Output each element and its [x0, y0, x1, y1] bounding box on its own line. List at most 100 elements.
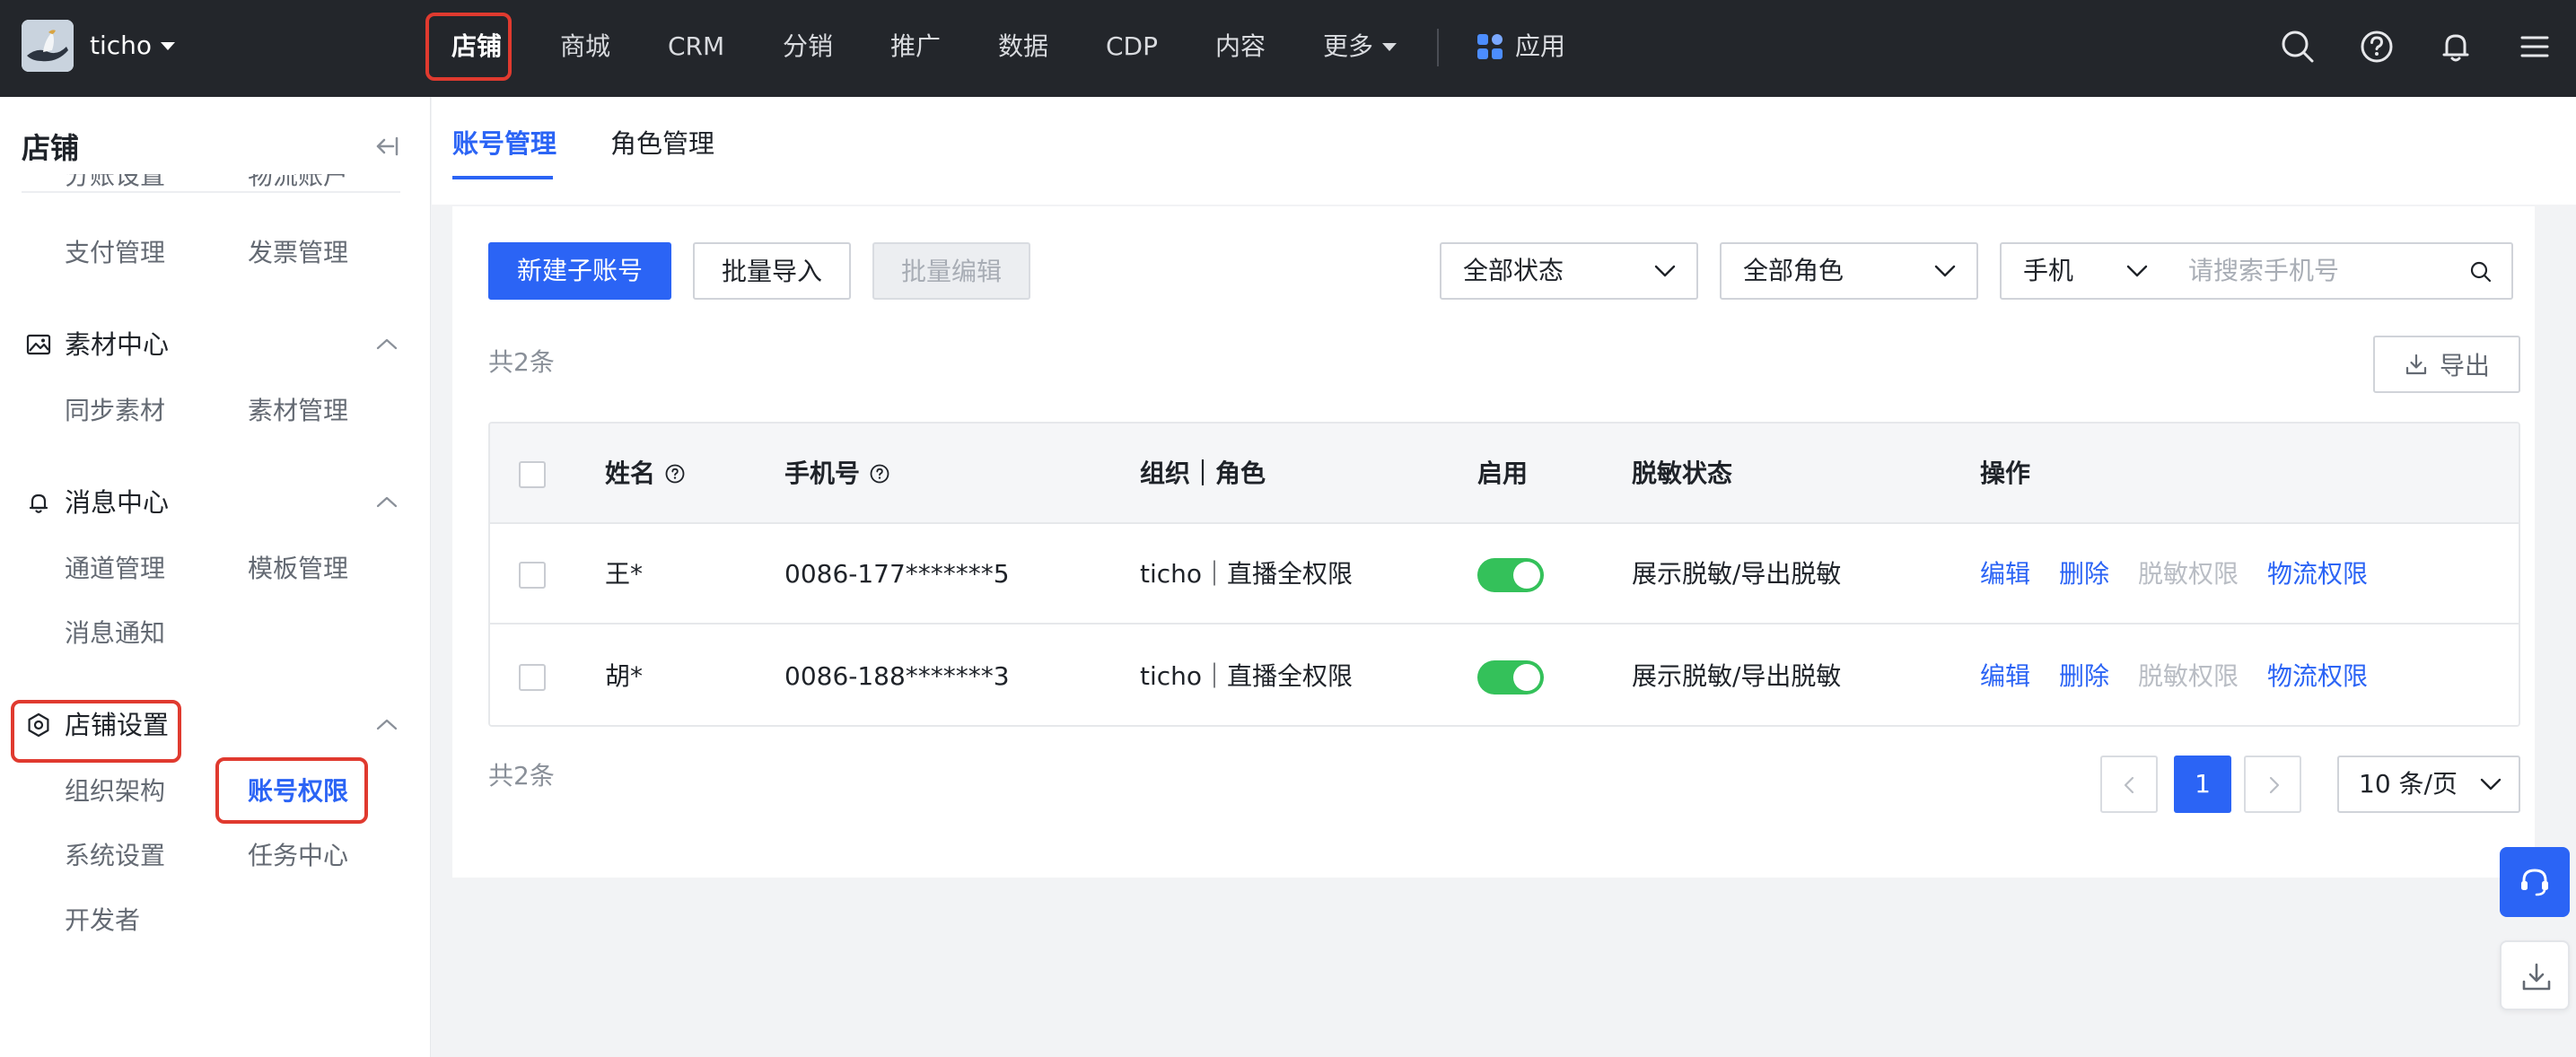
sidebar-item-material-management[interactable]: 素材管理 [248, 393, 348, 429]
sidebar-item-developer[interactable]: 开发者 [65, 903, 140, 939]
chevron-up-icon[interactable] [373, 494, 400, 511]
chevron-right-icon [2269, 776, 2280, 794]
cell-org-role: ticho｜直播全权限 [1140, 661, 1354, 691]
sidebar-group-label: 素材中心 [65, 329, 170, 360]
sidebar-separator [22, 191, 400, 193]
sidebar-item-task-center[interactable]: 任务中心 [248, 838, 348, 874]
nav-distribution[interactable]: 分销 [783, 23, 833, 70]
edit-link[interactable]: 编辑 [1980, 524, 2030, 625]
search-icon[interactable] [2278, 27, 2318, 66]
nav-store[interactable]: 店铺 [451, 23, 502, 70]
chevron-down-icon [2480, 778, 2502, 791]
question-circle-icon[interactable] [664, 463, 686, 485]
search-type-select[interactable]: 手机 [2000, 242, 2170, 300]
download-center-button[interactable] [2500, 940, 2570, 1010]
table-header: 姓名 手机号 组织｜角色 启用 脱敏状态 操作 [490, 424, 2519, 524]
nav-data[interactable]: 数据 [998, 23, 1048, 70]
page-size-select[interactable]: 10 条/页 [2337, 756, 2520, 813]
sidebar-item-logistics-account[interactable]: 物流账户 [248, 174, 348, 192]
top-nav-bar: ticho 店铺 商城 CRM 分销 推广 数据 CDP 内容 更多 应用 [0, 0, 2576, 97]
export-button[interactable]: 导出 [2373, 336, 2520, 393]
store-name: ticho [90, 31, 153, 60]
help-icon[interactable] [2357, 27, 2396, 66]
brand-logo-icon[interactable] [22, 20, 74, 72]
enabled-toggle[interactable] [1477, 660, 1544, 694]
status-filter-value: 全部状态 [1463, 256, 1564, 285]
next-page-button[interactable] [2244, 756, 2301, 813]
row-checkbox[interactable] [519, 664, 546, 691]
chevron-down-icon [2126, 265, 2148, 277]
nav-apps[interactable]: 应用 [1515, 23, 1565, 70]
prev-page-button[interactable] [2100, 756, 2158, 813]
enabled-toggle[interactable] [1477, 558, 1544, 592]
role-filter-select[interactable]: 全部角色 [1720, 242, 1978, 300]
sidebar-item-sync-materials[interactable]: 同步素材 [65, 393, 165, 429]
sidebar-group-materials[interactable]: 素材中心 [25, 325, 169, 364]
nav-mall[interactable]: 商城 [560, 23, 610, 70]
nav-cdp[interactable]: CDP [1106, 23, 1158, 70]
edit-link[interactable]: 编辑 [1980, 626, 2030, 725]
sidebar-group-label: 店铺设置 [65, 710, 170, 740]
sidebar-item-payment[interactable]: 支付管理 [65, 235, 165, 271]
search-type-value: 手机 [2023, 256, 2074, 285]
nav-crm[interactable]: CRM [668, 23, 724, 70]
sidebar: 店铺 分账设置 物流账户 支付管理 发票管理 素材中心 同步素材 素材管理 消息… [0, 97, 431, 1057]
tab-role-management[interactable]: 角色管理 [610, 124, 714, 163]
store-switcher[interactable]: ticho [90, 27, 176, 65]
sidebar-title: 店铺 [22, 131, 80, 165]
accounts-table: 姓名 手机号 组织｜角色 启用 脱敏状态 操作 王* 0086-177*****… [488, 422, 2520, 727]
row-checkbox[interactable] [519, 562, 546, 589]
tab-bar: 账号管理 角色管理 [432, 97, 2576, 205]
page-number-current[interactable]: 1 [2174, 756, 2231, 813]
sidebar-item-invoice[interactable]: 发票管理 [248, 235, 348, 271]
sidebar-item-message-notification[interactable]: 消息通知 [65, 616, 165, 651]
table-row: 王* 0086-177*******5 ticho｜直播全权限 展示脱敏/导出脱… [490, 524, 2519, 625]
logistics-permission-link[interactable]: 物流权限 [2267, 626, 2368, 725]
delete-link[interactable]: 删除 [2059, 524, 2109, 625]
new-sub-account-button[interactable]: 新建子账号 [488, 242, 671, 300]
headset-icon [2521, 869, 2548, 896]
chevron-up-icon[interactable] [373, 716, 400, 734]
chevron-up-icon[interactable] [373, 336, 400, 354]
chevron-down-icon [1934, 265, 1956, 277]
column-enabled: 启用 [1477, 459, 1529, 488]
cell-desensitize: 展示脱敏/导出脱敏 [1632, 559, 1842, 589]
bell-icon [29, 494, 48, 513]
customer-service-button[interactable] [2500, 847, 2570, 917]
cell-name: 胡* [605, 661, 644, 691]
phone-search-input[interactable]: 请搜索手机号 [2169, 242, 2513, 300]
nav-more[interactable]: 更多 [1323, 23, 1398, 70]
sidebar-item-split-settings[interactable]: 分账设置 [65, 174, 165, 192]
column-name-label: 姓名 [605, 459, 656, 488]
export-label: 导出 [2439, 351, 2490, 380]
sidebar-group-messages[interactable]: 消息中心 [25, 483, 169, 522]
collapse-sidebar-icon[interactable] [370, 133, 402, 160]
nav-divider [1437, 29, 1439, 66]
sidebar-item-system-settings[interactable]: 系统设置 [65, 838, 165, 874]
column-name: 姓名 [605, 424, 686, 524]
question-circle-icon[interactable] [869, 463, 890, 485]
status-filter-select[interactable]: 全部状态 [1440, 242, 1698, 300]
toggle-knob [1513, 562, 1540, 589]
desensitize-permission-link[interactable]: 脱敏权限 [2138, 626, 2239, 725]
nav-promotion[interactable]: 推广 [890, 23, 941, 70]
column-desensitize: 脱敏状态 [1632, 459, 1733, 488]
menu-icon[interactable] [2515, 27, 2554, 66]
cell-phone: 0086-177*******5 [784, 559, 1010, 589]
sidebar-item-account-permissions[interactable]: 账号权限 [248, 773, 348, 809]
logistics-permission-link[interactable]: 物流权限 [2267, 524, 2368, 625]
bell-icon[interactable] [2436, 27, 2475, 66]
search-icon[interactable] [2468, 259, 2493, 284]
sidebar-item-org-structure[interactable]: 组织架构 [65, 773, 165, 809]
sidebar-item-template-management[interactable]: 模板管理 [248, 551, 348, 587]
tab-account-management[interactable]: 账号管理 [452, 124, 556, 163]
batch-edit-button[interactable]: 批量编辑 [872, 242, 1030, 300]
sidebar-group-store-settings[interactable]: 店铺设置 [25, 705, 169, 745]
sidebar-item-channel-management[interactable]: 通道管理 [65, 551, 165, 587]
apps-grid-icon[interactable] [1477, 34, 1504, 61]
nav-content[interactable]: 内容 [1215, 23, 1266, 70]
delete-link[interactable]: 删除 [2059, 626, 2109, 725]
desensitize-permission-link[interactable]: 脱敏权限 [2138, 524, 2239, 625]
batch-import-button[interactable]: 批量导入 [693, 242, 851, 300]
select-all-checkbox[interactable] [519, 461, 546, 488]
